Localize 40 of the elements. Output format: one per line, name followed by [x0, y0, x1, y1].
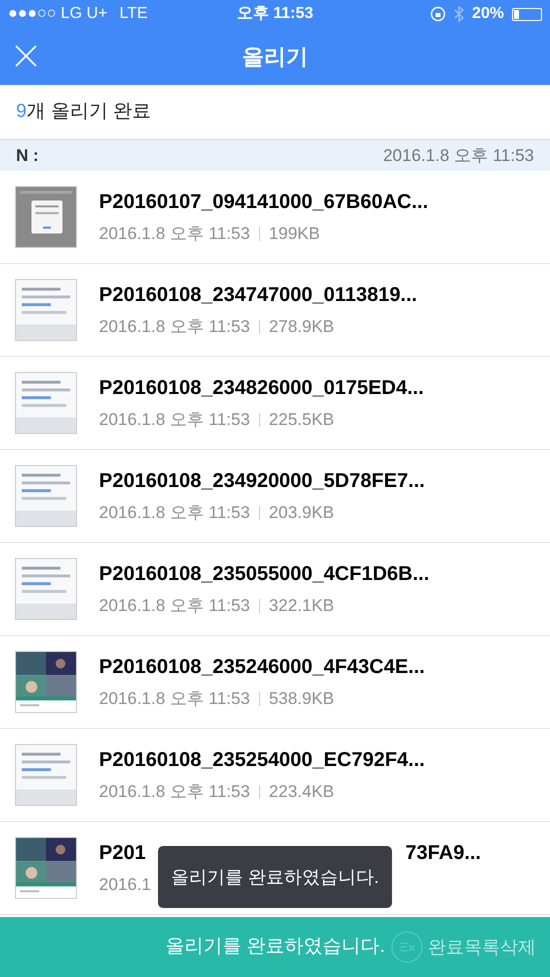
rotation-lock-icon — [430, 6, 446, 22]
status-time: 오후 11:53 — [236, 4, 314, 24]
section-date: 2016.1.8 오후 11:53 — [383, 144, 534, 167]
file-size: 278.9KB — [268, 316, 334, 338]
file-name: P20160108_235055000_4CF1D6B... — [99, 562, 430, 588]
file-date: 2016.1.8 오후 11:53 — [99, 781, 250, 804]
file-name: P20160108_235254000_EC792F4... — [99, 748, 425, 774]
file-size: 225.5KB — [268, 409, 334, 432]
file-name: 73FA9... — [405, 841, 481, 866]
file-name: P20160108_235246000_4F43C4E... — [99, 655, 425, 680]
file-size: 199KB — [268, 223, 320, 246]
file-date: 2016.1.8 오후 11:53 — [99, 688, 250, 710]
file-size: 203.9KB — [268, 502, 334, 524]
file-name: P201 — [99, 841, 146, 866]
file-size: 538.9KB — [268, 688, 334, 710]
file-date: 2016.1.8 오후 11:53 — [99, 223, 250, 246]
file-name: P20160108_234920000_5D78FE7... — [99, 469, 425, 494]
carrier-label: ●●●○○ LG U+ — [8, 4, 108, 24]
header-title: 올리기 — [242, 43, 308, 71]
battery-percent: 20% — [472, 4, 504, 24]
file-date: 2016.1.8 오후 11:53 — [99, 595, 250, 618]
bluetooth-icon — [454, 6, 464, 22]
file-date: 2016.1.8 오후 11:53 — [99, 316, 250, 338]
upload-summary: 9개 올리기 완료 — [16, 100, 152, 124]
file-size: 322.1KB — [268, 595, 334, 618]
file-date: 2016.1.8 오후 11:53 — [99, 409, 250, 432]
section-label: N : — [16, 144, 39, 167]
battery-icon — [512, 8, 542, 20]
file-name: P20160108_234747000_0113819... — [99, 283, 418, 308]
completion-message: 올리기를 완료하였습니다. — [165, 934, 385, 959]
clear-list-icon — [391, 930, 423, 964]
file-date: 2016.1.8 오후 11:53 — [99, 502, 250, 524]
file-name: P20160107_094141000_67B60AC... — [99, 190, 428, 216]
toast-message: 올리기를 완료하였습니다. — [170, 866, 379, 888]
clear-completed-button[interactable]: 완료목록삭제 — [391, 930, 536, 964]
file-name: P20160108_234826000_0175ED4... — [99, 376, 424, 402]
file-date: 2016.1 — [99, 874, 151, 896]
network-label: LTE — [119, 4, 148, 24]
close-button[interactable] — [14, 44, 38, 68]
file-size: 223.4KB — [268, 781, 334, 804]
